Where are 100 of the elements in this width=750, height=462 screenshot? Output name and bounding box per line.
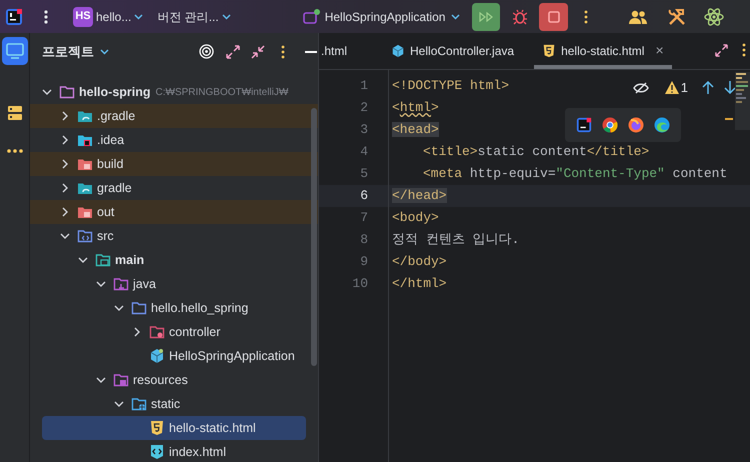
stop-icon — [548, 10, 560, 22]
line-number: 5 — [359, 165, 369, 183]
arrow-down-icon[interactable] — [724, 81, 736, 94]
tree-item[interactable]: .idea — [30, 128, 318, 152]
line-number: 10 — [351, 275, 369, 293]
more-icon — [6, 149, 22, 153]
folder-icon — [77, 228, 93, 244]
chevron-down-icon[interactable] — [96, 375, 106, 385]
project-menu[interactable]: hello... — [96, 8, 144, 26]
chevron-down-icon[interactable] — [96, 279, 106, 289]
eye-crossed-icon[interactable] — [632, 82, 649, 94]
project-badge: HS — [73, 6, 93, 26]
run-config-icon — [302, 8, 321, 24]
editor-tab[interactable]: HelloController.java — [383, 36, 522, 69]
selected-tree-item[interactable]: hello-static.html — [42, 416, 306, 440]
caret-icon[interactable] — [134, 14, 144, 20]
caret-icon[interactable] — [451, 14, 460, 20]
chevron-down-icon[interactable] — [114, 399, 124, 409]
code-line: 정적 컨텐츠 입니다. — [392, 231, 520, 249]
folder-icon — [95, 252, 111, 268]
line-number: 8 — [359, 231, 369, 249]
chevron-right-icon[interactable] — [60, 111, 70, 121]
tree-item[interactable]: resources — [30, 368, 318, 392]
code-line: </html> — [392, 275, 447, 293]
browser-icon[interactable] — [628, 117, 644, 133]
code-file-icon — [149, 444, 165, 460]
chevron-down-icon[interactable] — [114, 303, 124, 313]
tree-item[interactable]: main — [30, 248, 318, 272]
folder-icon — [149, 324, 165, 340]
excluded-tree-item[interactable]: out — [30, 200, 318, 224]
more-icon[interactable] — [742, 43, 746, 57]
panel-title-menu[interactable]: 프로젝트 — [42, 42, 109, 62]
cube-icon — [391, 44, 406, 58]
minimize-icon[interactable] — [305, 50, 317, 54]
chevron-right-icon[interactable] — [60, 159, 70, 169]
line-number: 1 — [359, 77, 369, 95]
html5-icon — [542, 44, 556, 58]
tree-item[interactable]: hello.hello_spring — [30, 296, 318, 320]
tree-item[interactable]: controller — [30, 320, 318, 344]
expand-icon[interactable] — [226, 44, 240, 58]
html5-icon — [149, 420, 165, 436]
tree-item[interactable]: HelloSpringApplication — [30, 344, 318, 368]
more-icon[interactable] — [44, 10, 48, 24]
stop-button[interactable] — [539, 2, 568, 30]
folder-icon — [113, 372, 129, 388]
arrow-up-icon[interactable] — [702, 81, 714, 94]
people-icon[interactable] — [628, 10, 648, 24]
caret-icon[interactable] — [222, 14, 231, 20]
chevron-right-icon[interactable] — [60, 183, 70, 193]
line-number: 9 — [359, 253, 369, 271]
tree-item[interactable]: gradle — [30, 176, 318, 200]
atom-icon[interactable] — [704, 6, 724, 26]
line-number: 7 — [359, 209, 369, 227]
tree-item[interactable]: hello-spring C:₩SPRINGBOOT₩intelliJ₩ — [30, 80, 318, 104]
app-logo-icon[interactable] — [576, 117, 592, 133]
run-config-menu[interactable]: HelloSpringApplication — [324, 8, 460, 26]
tree-item[interactable]: static — [30, 392, 318, 416]
chevron-down-icon[interactable] — [60, 231, 70, 241]
line-number: 2 — [359, 99, 369, 117]
vcs-menu[interactable]: 버전 관리... — [157, 8, 231, 26]
editor-tab[interactable]: .html — [313, 36, 356, 69]
minimap-drawing — [735, 70, 750, 130]
excluded-tree-item[interactable]: .gradle — [30, 104, 318, 128]
browser-icon[interactable] — [602, 117, 618, 133]
expand-icon[interactable] — [715, 44, 728, 56]
bug-icon[interactable] — [513, 8, 528, 24]
code-line: <meta http-equiv="Content-Type" content — [422, 165, 728, 183]
line-number: 4 — [359, 143, 369, 161]
module-path: C:₩SPRINGBOOT₩intelliJ₩ — [156, 86, 288, 100]
fast-forward-icon — [479, 12, 494, 22]
tree-item[interactable]: index.html — [30, 440, 318, 462]
caret-icon[interactable] — [100, 48, 109, 54]
more-icon[interactable] — [281, 44, 285, 58]
tree-item[interactable]: java — [30, 272, 318, 296]
target-icon[interactable] — [199, 44, 214, 59]
line-number: 3 — [359, 121, 369, 139]
warning-counter[interactable]: 1 — [664, 78, 688, 98]
hammer-wrench-icon[interactable] — [668, 8, 686, 26]
folder-icon — [131, 396, 147, 412]
chevron-right-icon[interactable] — [60, 207, 70, 217]
run-button[interactable] — [472, 2, 500, 30]
excluded-tree-item[interactable]: build — [30, 152, 318, 176]
folder-icon — [113, 276, 129, 292]
cube-icon — [149, 348, 165, 364]
chevron-down-icon[interactable] — [78, 255, 88, 265]
editor-tab[interactable]: hello-static.html × — [534, 36, 672, 69]
warning-marker-icon[interactable] — [725, 118, 733, 120]
code-line: <title>static content</title> — [422, 143, 650, 161]
app-logo-icon[interactable] — [5, 8, 23, 26]
tree-item[interactable]: src — [30, 224, 318, 248]
more-icon[interactable] — [584, 10, 588, 24]
chevron-right-icon[interactable] — [132, 327, 142, 337]
chevron-right-icon[interactable] — [60, 135, 70, 145]
browser-icon[interactable] — [654, 117, 670, 133]
chevron-down-icon[interactable] — [42, 87, 52, 97]
collapse-icon[interactable] — [251, 44, 265, 58]
warning-icon — [664, 81, 679, 94]
tool-window-button[interactable] — [2, 37, 28, 65]
close-tab-icon[interactable]: × — [655, 40, 664, 61]
scrollbar[interactable] — [311, 108, 317, 366]
